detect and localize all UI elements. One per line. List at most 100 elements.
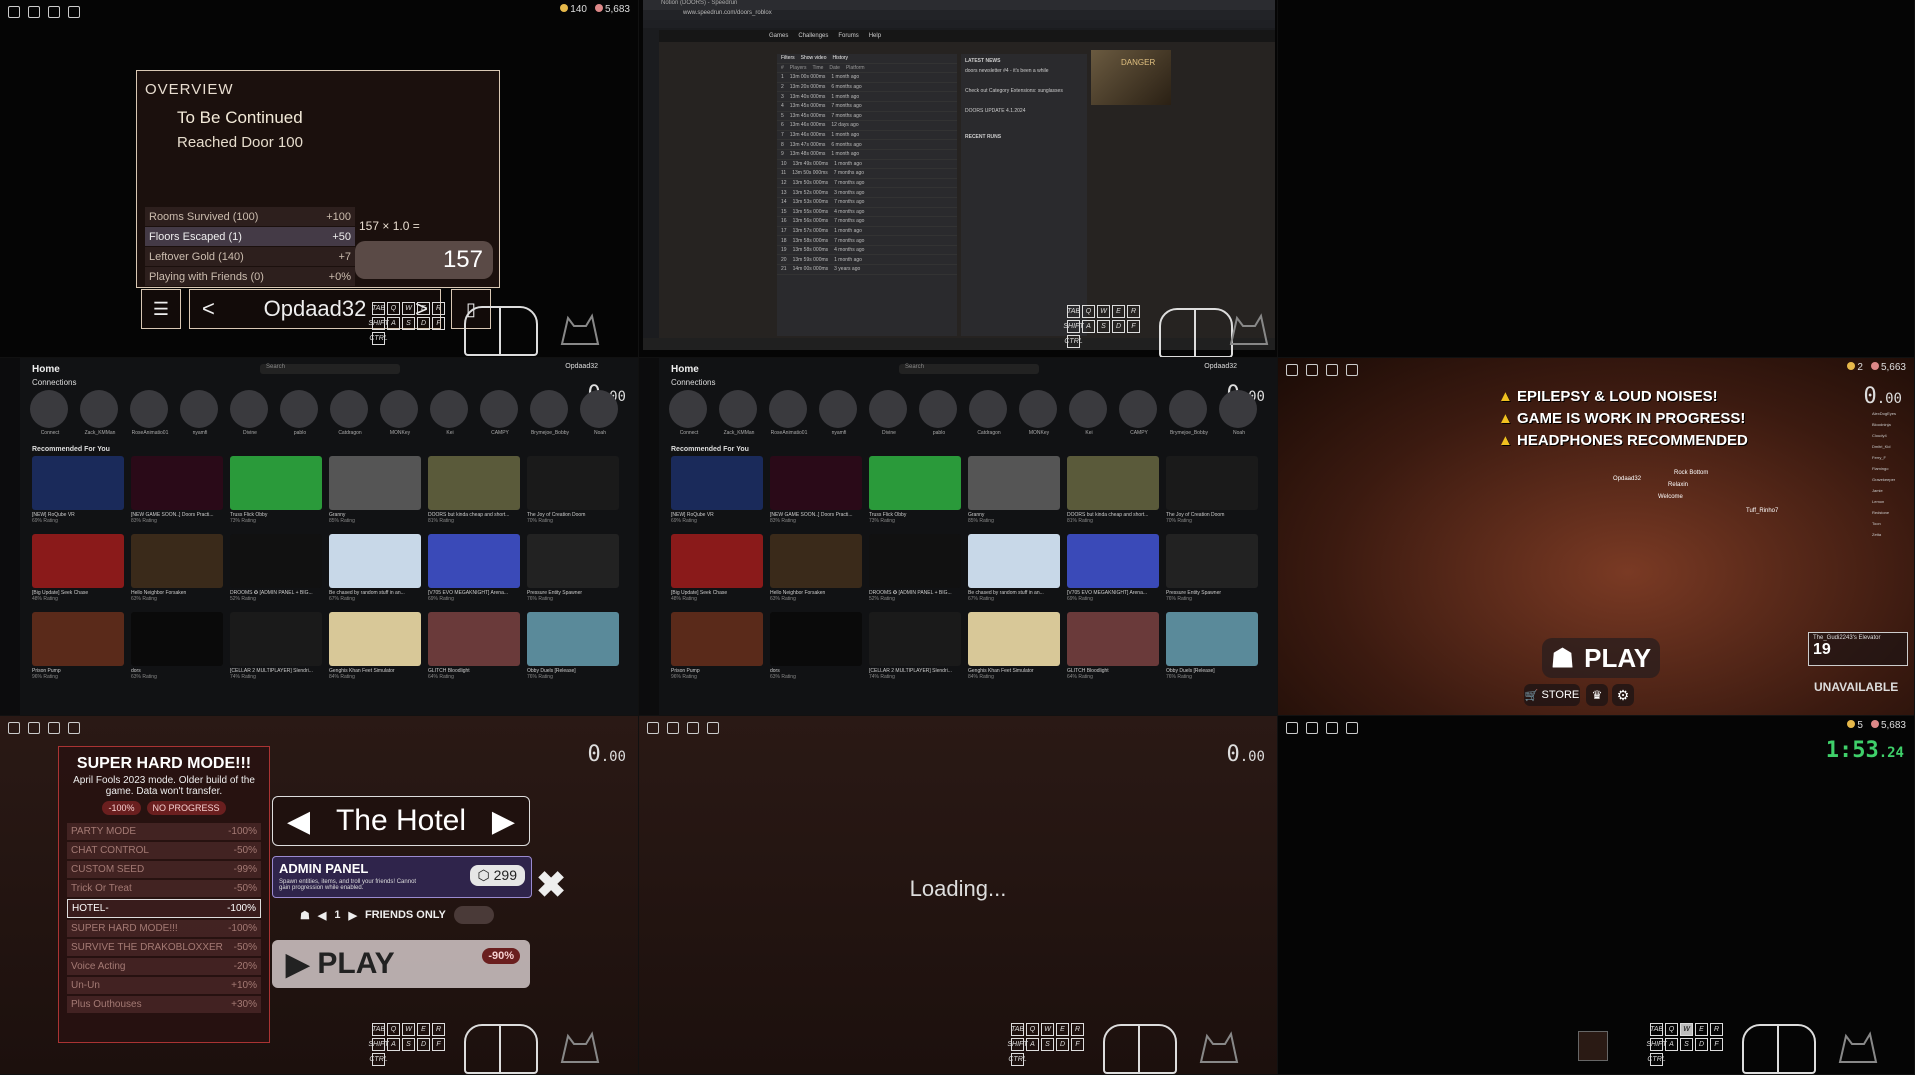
- decrease-count-button[interactable]: ◀: [318, 909, 326, 922]
- nav-help[interactable]: Help: [869, 33, 881, 39]
- chat-icon[interactable]: [48, 6, 60, 18]
- close-button[interactable]: ✖: [536, 864, 566, 906]
- show-video-toggle[interactable]: Show video: [801, 55, 827, 61]
- modifier-item[interactable]: CHAT CONTROL -50%: [67, 842, 261, 859]
- prev-player-button[interactable]: <: [202, 296, 215, 322]
- roblox-sidebar[interactable]: [639, 358, 659, 715]
- chat-icon[interactable]: [48, 722, 60, 734]
- game-card[interactable]: Obby Duels [Release] 76% Rating: [527, 612, 619, 690]
- friend-avatar[interactable]: nyamfi: [180, 390, 220, 436]
- game-card[interactable]: DROOMS ✪ [ADMIN PANEL + BIG... 52% Rating: [869, 534, 961, 612]
- friend-avatar[interactable]: Zack_KMMan: [719, 390, 759, 436]
- friend-avatar[interactable]: Kei: [1069, 390, 1109, 436]
- leaderboard-row[interactable]: 10 13m 49s 000ms 1 month ago: [777, 160, 957, 170]
- leaderboard-row[interactable]: 11 13m 50s 000ms 7 months ago: [777, 169, 957, 179]
- roblox-icon[interactable]: [647, 722, 659, 734]
- search-input[interactable]: Search: [260, 364, 400, 374]
- game-card[interactable]: dors 63% Rating: [770, 612, 862, 690]
- leaderboard-row[interactable]: 18 13m 58s 000ms 7 months ago: [777, 236, 957, 246]
- game-card[interactable]: Prison Pump 96% Rating: [32, 612, 124, 690]
- friend-avatar[interactable]: pablo: [280, 390, 320, 436]
- friend-avatar[interactable]: Brymejoe_Bobby: [530, 390, 570, 436]
- menu-icon[interactable]: [667, 722, 679, 734]
- friend-avatar[interactable]: Noah: [1219, 390, 1259, 436]
- modifier-item[interactable]: CUSTOM SEED -99%: [67, 861, 261, 878]
- game-card[interactable]: Hello Neighbor Forsaken 63% Rating: [770, 534, 862, 612]
- friend-avatar[interactable]: Zack_KMMan: [80, 390, 120, 436]
- game-card[interactable]: dors 63% Rating: [131, 612, 223, 690]
- player-list-entry[interactable]: Bloodninja: [1872, 419, 1910, 430]
- game-card[interactable]: DOORS but kinda cheap and short... 81% Ra…: [1067, 456, 1159, 534]
- player-list-entry[interactable]: Toon: [1872, 518, 1910, 529]
- username[interactable]: Opdaad32: [1204, 363, 1237, 370]
- history-button[interactable]: History: [832, 55, 848, 61]
- player-list-entry[interactable]: Cloudy4: [1872, 430, 1910, 441]
- friend-avatar[interactable]: pablo: [919, 390, 959, 436]
- friend-avatar[interactable]: Catdragon: [969, 390, 1009, 436]
- roblox-sidebar[interactable]: [0, 358, 20, 715]
- game-card[interactable]: Genghis Khan Feet Simulator 84% Rating: [329, 612, 421, 690]
- nav-games[interactable]: Games: [769, 33, 788, 39]
- leaderboard-row[interactable]: 20 13m 59s 000ms 1 month ago: [777, 255, 957, 266]
- player-list-entry[interactable]: Gravekeeper: [1872, 474, 1910, 485]
- modifier-item[interactable]: SUPER HARD MODE!!! -100%: [67, 920, 261, 937]
- game-card[interactable]: DROOMS ✪ [ADMIN PANEL + BIG... 52% Rating: [230, 534, 322, 612]
- leaderboard-row[interactable]: 2 13m 20s 000ms 6 months ago: [777, 83, 957, 93]
- game-card[interactable]: [NEW GAME SOON..] Doors Practi... 83% Rat…: [770, 456, 862, 534]
- game-card[interactable]: [NEW] RoQube VR 69% Rating: [671, 456, 763, 534]
- chat-icon[interactable]: [1326, 364, 1338, 376]
- game-card[interactable]: [NEW GAME SOON..] Doors Practi... 83% Rat…: [131, 456, 223, 534]
- friend-avatar[interactable]: Kei: [430, 390, 470, 436]
- game-card[interactable]: [CELLAR 2 MULTIPLAYER] Slendri... 74% Rat…: [869, 612, 961, 690]
- news-item[interactable]: DOORS UPDATE 4.1.2024: [965, 108, 1083, 114]
- game-card[interactable]: GLITCH Bloodlight 64% Rating: [1067, 612, 1159, 690]
- game-card[interactable]: The Joy of Creation Doom 70% Rating: [1166, 456, 1258, 534]
- game-card[interactable]: [CELLAR 2 MULTIPLAYER] Slendri... 74% Rat…: [230, 612, 322, 690]
- browser-tab[interactable]: Notion (DOORS) - Speedrun: [643, 0, 1275, 10]
- game-card[interactable]: Granny 85% Rating: [329, 456, 421, 534]
- mic-icon[interactable]: [1346, 364, 1358, 376]
- list-button[interactable]: ☰: [141, 289, 181, 329]
- inventory-slot[interactable]: [1578, 1031, 1608, 1061]
- friends-only-toggle[interactable]: [453, 906, 494, 924]
- menu-icon[interactable]: [1306, 364, 1318, 376]
- friend-avatar[interactable]: Noah: [580, 390, 620, 436]
- friend-avatar[interactable]: MONKey: [1019, 390, 1059, 436]
- roblox-icon[interactable]: [8, 6, 20, 18]
- game-card[interactable]: Obby Duels [Release] 76% Rating: [1166, 612, 1258, 690]
- friend-avatar[interactable]: RoseAnimatio01: [769, 390, 809, 436]
- game-card[interactable]: Pressure Entity Spawner 76% Rating: [527, 534, 619, 612]
- admin-panel-option[interactable]: ADMIN PANEL Spawn entities, items, and t…: [272, 856, 532, 898]
- friend-avatar[interactable]: Divine: [230, 390, 270, 436]
- leaderboard-row[interactable]: 19 13m 58s 000ms 4 months ago: [777, 246, 957, 256]
- next-floor-button[interactable]: ▶: [492, 804, 515, 839]
- chat-icon[interactable]: [687, 722, 699, 734]
- nav-forums[interactable]: Forums: [838, 33, 858, 39]
- settings-button[interactable]: ⚙: [1612, 684, 1634, 706]
- mic-icon[interactable]: [68, 6, 80, 18]
- friend-avatar[interactable]: MONKey: [380, 390, 420, 436]
- connections-label[interactable]: Connections: [32, 378, 76, 387]
- game-card[interactable]: [Big Update] Seek Chase 48% Rating: [32, 534, 124, 612]
- game-card[interactable]: [NEW] RoQube VR 69% Rating: [32, 456, 124, 534]
- leaderboard-row[interactable]: 7 13m 46s 000ms 1 month ago: [777, 131, 957, 141]
- leaderboard-row[interactable]: 14 13m 53s 000ms 7 months ago: [777, 198, 957, 208]
- mic-icon[interactable]: [707, 722, 719, 734]
- player-list-entry[interactable]: Jamie: [1872, 485, 1910, 496]
- trophy-button[interactable]: ♛: [1586, 684, 1608, 706]
- connections-label[interactable]: Connections: [671, 378, 715, 387]
- game-card[interactable]: Truss Flick Obby 73% Rating: [230, 456, 322, 534]
- nav-challenges[interactable]: Challenges: [798, 33, 828, 39]
- game-card[interactable]: Truss Flick Obby 73% Rating: [869, 456, 961, 534]
- play-button[interactable]: ☗ PLAY: [1542, 638, 1660, 678]
- game-card[interactable]: [V705 EVO MEGAKNIGHT] Arena... 69% Rating: [428, 534, 520, 612]
- modifier-item[interactable]: PARTY MODE -100%: [67, 823, 261, 840]
- topbar-icons[interactable]: [1286, 722, 1358, 734]
- leaderboard-row[interactable]: 13 13m 52s 000ms 3 months ago: [777, 188, 957, 198]
- player-list-entry[interactable]: Redstone: [1872, 507, 1910, 518]
- game-card[interactable]: [V705 EVO MEGAKNIGHT] Arena... 69% Rating: [1067, 534, 1159, 612]
- player-list-entry[interactable]: Ferry_F: [1872, 452, 1910, 463]
- roblox-icon[interactable]: [1286, 722, 1298, 734]
- game-card[interactable]: Granny 85% Rating: [968, 456, 1060, 534]
- admin-price[interactable]: ⬡ 299: [469, 865, 525, 886]
